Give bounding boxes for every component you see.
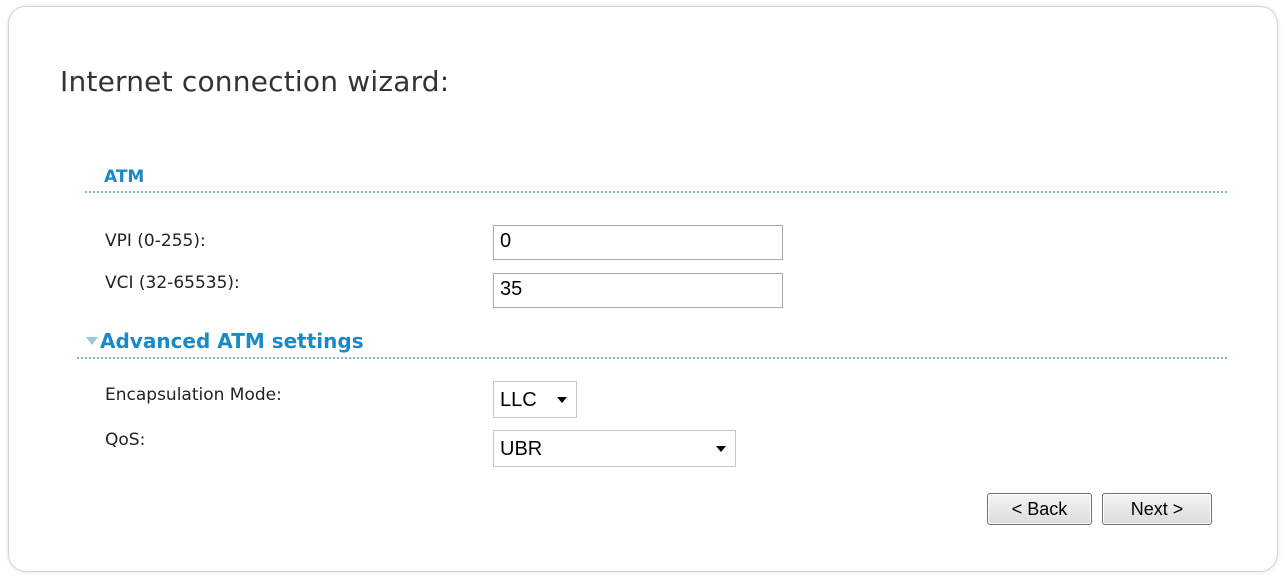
qos-label: QoS:: [105, 430, 146, 450]
collapse-triangle-icon[interactable]: [86, 336, 98, 345]
atm-section-title: ATM: [104, 167, 145, 187]
qos-select[interactable]: UBR: [493, 430, 736, 467]
chevron-down-icon: [716, 446, 726, 452]
back-button[interactable]: < Back: [987, 493, 1092, 525]
atm-section-header: ATM: [85, 167, 1227, 193]
advanced-atm-settings-title[interactable]: Advanced ATM settings: [100, 329, 364, 353]
encapsulation-mode-select[interactable]: LLC: [493, 381, 577, 418]
vci-label: VCI (32-65535):: [105, 273, 240, 293]
vci-input[interactable]: 35: [493, 273, 783, 308]
page-title: Internet connection wizard:: [60, 65, 450, 98]
vpi-label: VPI (0-255):: [105, 231, 206, 251]
vpi-input[interactable]: 0: [493, 225, 783, 260]
qos-value: UBR: [500, 438, 543, 460]
advanced-atm-settings-header[interactable]: Advanced ATM settings: [77, 329, 1227, 359]
encapsulation-mode-label: Encapsulation Mode:: [105, 385, 282, 405]
encapsulation-mode-value: LLC: [500, 389, 537, 411]
chevron-down-icon: [557, 397, 567, 403]
next-button[interactable]: Next >: [1102, 493, 1212, 525]
wizard-panel: Internet connection wizard: ATM VPI (0-2…: [8, 6, 1278, 572]
